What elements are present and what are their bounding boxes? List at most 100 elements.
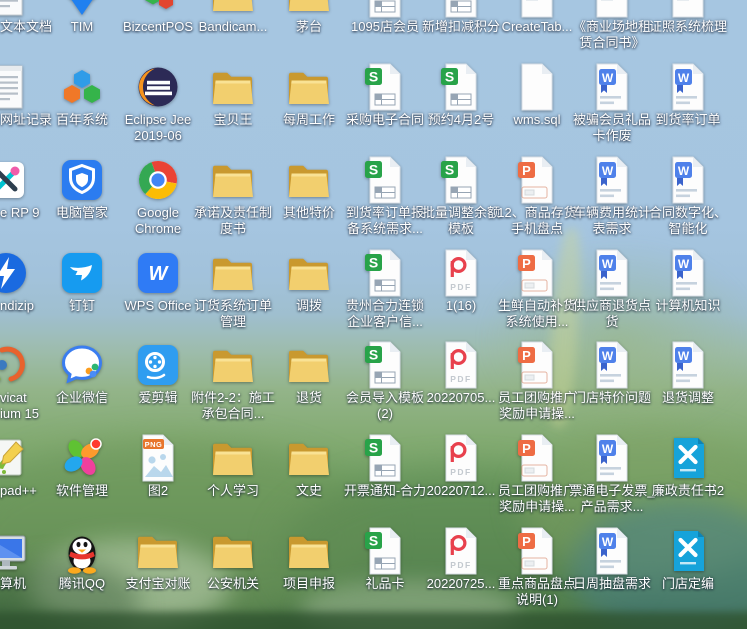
- desktop-icon-doclines-8[interactable]: 《商业场地租赁合同书》: [574, 0, 650, 51]
- qq-icon: [58, 527, 106, 575]
- sheet-icon: S: [437, 156, 485, 204]
- desktop-icon-doclines-9[interactable]: 证照系统梳理: [650, 0, 726, 35]
- desktop-icon-sheet-16[interactable]: S预约4月2号: [423, 63, 499, 128]
- desktop-icon-wps-32[interactable]: WWPS Office: [120, 249, 196, 314]
- desktop-icon-tim-1[interactable]: TIM: [44, 0, 120, 35]
- desktop-icon-label: 公安机关: [189, 576, 277, 592]
- desktop-icon-pcmgr-21[interactable]: 电脑管家: [44, 156, 120, 221]
- desktop-icon-word-68[interactable]: W日周抽盘需求: [574, 527, 650, 592]
- desktop-icon-sheet-26[interactable]: S批量调整余额模板: [423, 156, 499, 237]
- desktop-icon-folder-3[interactable]: Bandicam...: [195, 0, 271, 35]
- desktop-icon-ppt-27[interactable]: P12、商品存货手机盘点: [499, 156, 575, 237]
- desktop-icon-word-49[interactable]: W退货调整: [650, 341, 726, 406]
- desktop-icon-sheet-5[interactable]: S1095店会员: [347, 0, 423, 35]
- desktop-icon-wecom-41[interactable]: 企业微信: [44, 341, 120, 406]
- desktop-icon-label: 项目申报: [265, 576, 353, 592]
- desktop-icon-pdf-66[interactable]: PDF20220725...: [423, 527, 499, 592]
- desktop-icon-sheet-45[interactable]: S会员导入模板(2): [347, 341, 423, 422]
- folder-icon: [285, 249, 333, 297]
- desktop-icon-folder-62[interactable]: 支付宝对账: [120, 527, 196, 592]
- desktop-icon-folder-44[interactable]: 退货: [271, 341, 347, 406]
- desktop-icon-qq-61[interactable]: 腾讯QQ: [44, 527, 120, 592]
- desktop-icon-eclipse-12[interactable]: Eclipse Jee 2019-06: [120, 63, 196, 144]
- desktop-icon-xdoc-59[interactable]: 廉政责任书2: [650, 434, 726, 499]
- desktop-icon-ppt-47[interactable]: P员工团购推广奖励申请操...: [499, 341, 575, 422]
- desktop-icon-label: 电脑管家: [38, 205, 126, 221]
- desktop-icon-label: 钉钉: [38, 298, 126, 314]
- desktop-icon-pdf-56[interactable]: PDF20220712...: [423, 434, 499, 499]
- desktop-icon-cutter-42[interactable]: 爱剪辑: [120, 341, 196, 406]
- desktop-icon-folder-64[interactable]: 项目申报: [271, 527, 347, 592]
- notepad-icon: [0, 63, 30, 111]
- desktop-icon-folder-53[interactable]: 个人学习: [195, 434, 271, 499]
- desktop-icon-docblank-17[interactable]: wms.sql: [499, 63, 575, 128]
- desktop-icon-folder-4[interactable]: 茅台: [271, 0, 347, 35]
- desktop-icon-navicat-40[interactable]: vicat ium 15: [0, 341, 44, 422]
- desktop-icon-chrome-22[interactable]: Google Chrome: [120, 156, 196, 237]
- desktop-icon-folder-63[interactable]: 公安机关: [195, 527, 271, 592]
- desktop-icon-word-28[interactable]: W车辆费用统计表需求: [574, 156, 650, 237]
- desktop-icon-doclines-7[interactable]: CreateTab...: [499, 0, 575, 35]
- desktop-icon-png-52[interactable]: PNG图2: [120, 434, 196, 499]
- svg-text:S: S: [369, 533, 378, 549]
- desktop-icon-softmgr-51[interactable]: 软件管理: [44, 434, 120, 499]
- sheet-icon: S: [437, 0, 485, 18]
- desktop-icon-label: 每周工作: [265, 112, 353, 128]
- sheet-icon: S: [361, 0, 409, 18]
- desktop-icon-label: Bandicam...: [189, 19, 277, 35]
- desktop-icon-cubes-11[interactable]: 百年系统: [44, 63, 120, 128]
- doclines-icon: [513, 0, 561, 18]
- desktop-icon-word-18[interactable]: W被骗会员礼品卡作废: [574, 63, 650, 144]
- desktop-icon-label: 车辆费用统计表需求: [568, 205, 656, 237]
- desktop[interactable]: 文本文档TIMBizcentPOSBandicam...茅台S1095店会员S新…: [0, 0, 747, 629]
- svg-text:S: S: [369, 162, 378, 178]
- desktop-icon-word-58[interactable]: W票通电子发票_产品需求...: [574, 434, 650, 515]
- desktop-icon-dingtalk-31[interactable]: 钉钉: [44, 249, 120, 314]
- desktop-icon-folder-24[interactable]: 其他特价: [271, 156, 347, 221]
- svg-text:S: S: [369, 69, 378, 85]
- desktop-icon-pdf-46[interactable]: PDF20220705...: [423, 341, 499, 406]
- desktop-icon-word-29[interactable]: W合同数字化、智能化: [650, 156, 726, 237]
- desktop-icon-word-19[interactable]: W到货率订单: [650, 63, 726, 128]
- word-icon: W: [664, 63, 712, 111]
- pdf-icon: PDF: [437, 249, 485, 297]
- desktop-icon-word-48[interactable]: W门店特价问题: [574, 341, 650, 406]
- desktop-icon-xdoc-69[interactable]: 门店定编: [650, 527, 726, 592]
- desktop-icon-word-39[interactable]: W计算机知识: [650, 249, 726, 314]
- desktop-icon-folder-43[interactable]: 附件2-2：施工承包合同...: [195, 341, 271, 422]
- desktop-icon-ppt-67[interactable]: P重点商品盘点说明(1): [499, 527, 575, 608]
- xdoc-icon: [664, 527, 712, 575]
- word-icon: W: [664, 249, 712, 297]
- svg-text:W: W: [149, 263, 170, 285]
- desktop-icon-sheet-15[interactable]: S采购电子合同: [347, 63, 423, 128]
- folder-icon: [209, 527, 257, 575]
- desktop-icon-sheet-65[interactable]: S礼品卡: [347, 527, 423, 592]
- desktop-icon-label: 退货: [265, 390, 353, 406]
- word-icon: W: [664, 156, 712, 204]
- desktop-icon-sheet-55[interactable]: S开票通知-合力: [347, 434, 423, 499]
- ppt-icon: P: [513, 434, 561, 482]
- desktop-icon-word-38[interactable]: W供应商退货点货: [574, 249, 650, 330]
- desktop-icon-ppt-37[interactable]: P生鲜自动补货系统使用...: [499, 249, 575, 330]
- desktop-icon-bizcent-2[interactable]: BizcentPOS: [120, 0, 196, 35]
- desktop-icon-folder-14[interactable]: 每周工作: [271, 63, 347, 128]
- desktop-icon-folder-34[interactable]: 调拨: [271, 249, 347, 314]
- desktop-icon-sheet-25[interactable]: S到货率订单报备系统需求...: [347, 156, 423, 237]
- desktop-icon-folder-13[interactable]: 宝贝王: [195, 63, 271, 128]
- svg-text:PDF: PDF: [450, 374, 472, 384]
- pdf-icon: PDF: [437, 341, 485, 389]
- desktop-icon-ppt-57[interactable]: P员工团购推广奖励申请操...: [499, 434, 575, 515]
- desktop-icon-folder-23[interactable]: 承诺及责任制度书: [195, 156, 271, 237]
- desktop-icon-label: 计算机知识: [644, 298, 732, 314]
- desktop-icon-sheet-6[interactable]: S新增扣减积分: [423, 0, 499, 35]
- desktop-icon-sheet-35[interactable]: S贵州合力连锁企业客户信...: [347, 249, 423, 330]
- desktop-icon-folder-33[interactable]: 订货系统订单管理: [195, 249, 271, 330]
- wecom-icon: [58, 341, 106, 389]
- desktop-icon-label: 合同数字化、智能化: [644, 205, 732, 237]
- pcmgr-icon: [58, 156, 106, 204]
- desktop-icon-label: 证照系统梳理: [644, 19, 732, 35]
- desktop-icon-label: 软件管理: [38, 483, 126, 499]
- desktop-icon-pdf-36[interactable]: PDF1(16): [423, 249, 499, 314]
- desktop-icon-folder-54[interactable]: 文史: [271, 434, 347, 499]
- desktop-icon-label: 会员导入模板(2): [341, 390, 429, 422]
